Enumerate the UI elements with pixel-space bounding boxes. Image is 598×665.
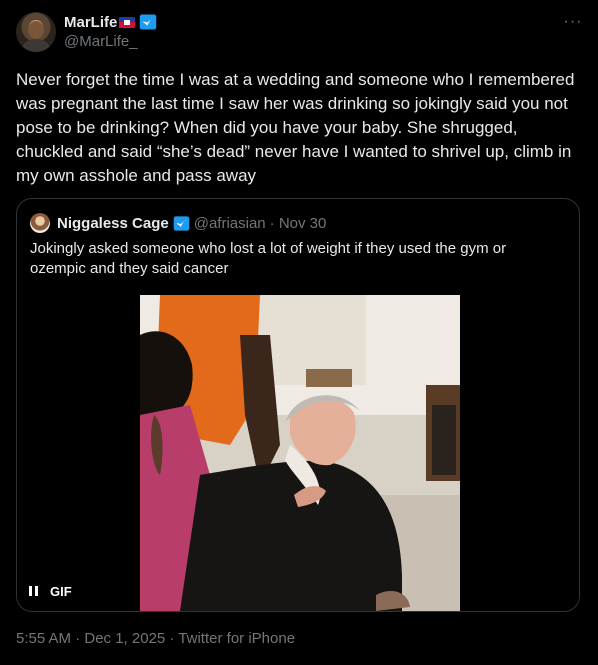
author-name[interactable]: MarLife xyxy=(64,14,117,31)
gif-frame-image xyxy=(140,295,460,611)
gif-media[interactable] xyxy=(140,295,460,611)
quoted-text: Jokingly asked someone who lost a lot of… xyxy=(30,240,507,277)
quoted-author-name: Niggaless Cage xyxy=(57,214,169,232)
gif-badge[interactable]: GIF xyxy=(29,581,72,601)
quoted-date: · Nov 30 xyxy=(269,214,327,232)
author-avatar[interactable] xyxy=(16,12,56,52)
quoted-header: Niggaless Cage @afriasian · Nov 30 xyxy=(57,213,326,233)
tweet-timestamp[interactable]: 5:55 AM · Dec 1, 2025 · Twitter for iPho… xyxy=(16,630,295,647)
gif-label: GIF xyxy=(50,583,72,599)
quoted-tweet[interactable]: Niggaless Cage @afriasian · Nov 30 Jokin… xyxy=(16,198,580,612)
tweet: MarLife @MarLife_ ··· Never forget the t… xyxy=(0,0,598,665)
quoted-author-handle: @afriasian xyxy=(193,214,266,232)
pause-icon[interactable] xyxy=(29,586,38,596)
author-handle[interactable]: @MarLife_ xyxy=(64,33,138,50)
verified-badge-icon xyxy=(173,215,190,231)
quoted-author-avatar xyxy=(30,213,50,233)
more-icon[interactable]: ··· xyxy=(563,12,583,32)
haiti-flag-icon xyxy=(119,16,136,28)
author-name-row: MarLife xyxy=(64,12,157,32)
verified-badge-icon xyxy=(140,14,157,30)
tweet-text: Never forget the time I was at a wedding… xyxy=(16,70,575,185)
